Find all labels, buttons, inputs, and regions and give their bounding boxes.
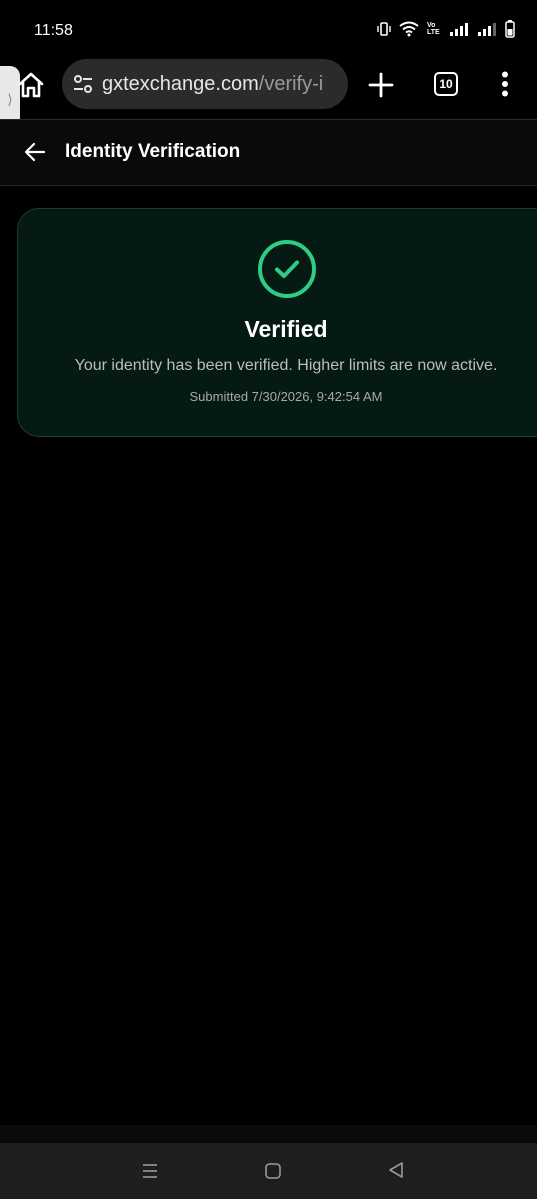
status-bar: 11:58 Vo LTE (0, 0, 537, 60)
side-panel-chevron: ⟩ (7, 90, 13, 107)
vibrate-icon (377, 22, 391, 36)
more-options-icon[interactable] (498, 71, 512, 97)
verified-message: Your identity has been verified. Higher … (74, 357, 498, 374)
recent-apps-icon[interactable] (141, 1162, 159, 1180)
tab-switcher-button[interactable]: 10 (434, 72, 458, 96)
status-time: 11:58 (34, 22, 73, 39)
url-path: /verify-i (258, 72, 324, 95)
status-icons: Vo LTE (377, 20, 515, 38)
site-settings-icon[interactable] (72, 73, 94, 95)
battery-icon (505, 20, 515, 38)
volte-icon: Vo LTE (427, 22, 440, 36)
back-arrow-icon[interactable] (24, 142, 46, 162)
url-text[interactable]: gxtexchange.com/verify-i (102, 73, 323, 96)
verified-title: Verified (244, 316, 328, 342)
header-divider (0, 185, 537, 186)
bottom-strip (0, 1125, 537, 1143)
address-bar[interactable]: gxtexchange.com/verify-i (62, 59, 348, 109)
check-circle-icon (258, 240, 316, 298)
page-title: Identity Verification (65, 141, 241, 162)
signal-icon (478, 23, 496, 36)
tab-count: 10 (439, 77, 453, 91)
back-nav-icon[interactable] (387, 1161, 405, 1179)
home-icon[interactable] (16, 70, 46, 100)
url-domain: gxtexchange.com (102, 72, 259, 95)
signal-icon (450, 23, 468, 36)
home-nav-icon[interactable] (264, 1162, 282, 1180)
new-tab-icon[interactable] (368, 72, 394, 98)
submitted-timestamp: Submitted 7/30/2026, 9:42:54 AM (189, 389, 383, 404)
wifi-icon (399, 21, 419, 37)
